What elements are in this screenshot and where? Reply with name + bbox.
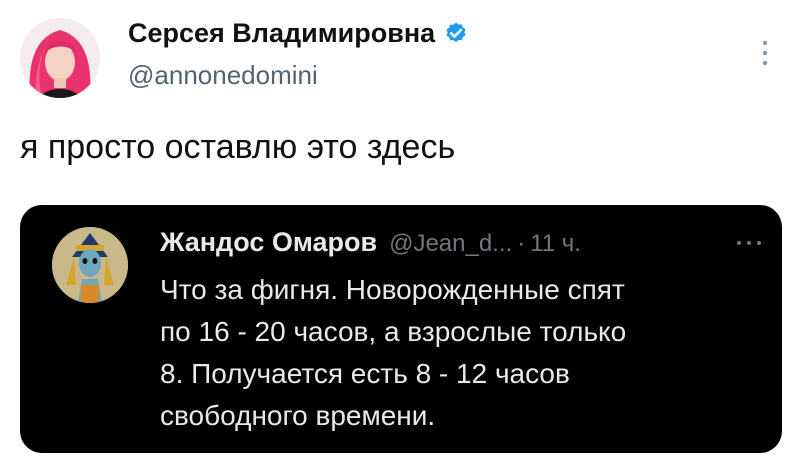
quoted-timestamp[interactable]: 11 ч. <box>530 230 581 258</box>
avatar-image <box>20 18 100 98</box>
quoted-tweet-card[interactable]: Жандос Омаров @Jean_d... · 11 ч. Что за … <box>20 205 782 453</box>
author-handle[interactable]: @annonedomini <box>128 60 318 91</box>
meta-separator: · <box>517 230 526 257</box>
quoted-author-name[interactable]: Жандос Омаров <box>160 227 377 258</box>
verified-badge-icon <box>446 22 466 42</box>
quoted-text-line: Что за фигня. Новорожденные спят <box>160 274 625 305</box>
author-name[interactable]: Серсея Владимировна <box>128 18 435 49</box>
author-avatar[interactable] <box>20 18 100 98</box>
author-name-row[interactable]: Серсея Владимировна <box>128 18 469 49</box>
more-horizontal-icon[interactable] <box>734 239 764 247</box>
quoted-text-line: по 16 - 20 часов, а взрослые только <box>160 316 627 347</box>
quoted-tweet-text: Что за фигня. Новорожденные спят по 16 -… <box>160 269 770 437</box>
quoted-avatar-image <box>52 227 128 303</box>
more-vertical-icon[interactable] <box>758 38 772 68</box>
tweet-text: я просто оставлю это здесь <box>20 128 456 166</box>
tweet: Серсея Владимировна @annonedomini я прос… <box>0 0 800 461</box>
quoted-text-line: 8. Получается есть 8 - 12 часов <box>160 358 570 389</box>
quoted-text-line: свободного времени. <box>160 400 436 431</box>
quoted-author-avatar[interactable] <box>52 227 128 303</box>
quoted-header: Жандос Омаров @Jean_d... · 11 ч. <box>160 227 762 258</box>
quoted-author-handle[interactable]: @Jean_d... <box>389 230 512 258</box>
